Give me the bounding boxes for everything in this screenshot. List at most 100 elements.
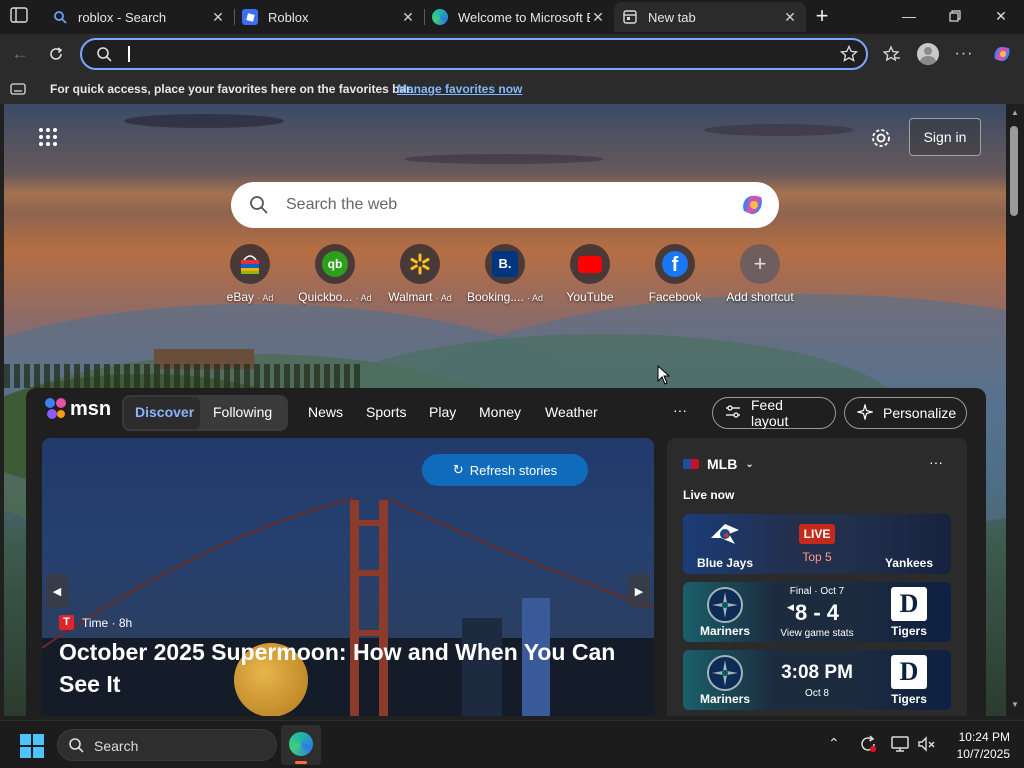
shortcut-booking[interactable]: B. Booking.... · Ad bbox=[460, 244, 550, 304]
refresh-button[interactable] bbox=[42, 40, 70, 68]
story-headline[interactable]: October 2025 Supermoon: How and When You… bbox=[59, 636, 639, 700]
tab-roblox-search[interactable]: roblox - Search ✕ bbox=[44, 2, 234, 32]
facebook-icon: f bbox=[655, 244, 695, 284]
new-tab-button[interactable]: + bbox=[810, 5, 834, 29]
windows-start-icon[interactable] bbox=[20, 734, 44, 758]
close-icon[interactable]: ✕ bbox=[590, 9, 606, 26]
game-bluejays-yankees[interactable]: Blue Jays LIVE Top 5 Yankees bbox=[683, 514, 951, 574]
web-search-box[interactable]: Search the web bbox=[231, 182, 779, 228]
manage-favorites-link[interactable]: Manage favorites now bbox=[397, 82, 522, 96]
add-shortcut-button[interactable]: + Add shortcut bbox=[715, 244, 805, 304]
sliders-icon bbox=[725, 404, 741, 422]
carousel-prev-button[interactable]: ◀ bbox=[46, 574, 68, 608]
shortcut-youtube[interactable]: YouTube bbox=[545, 244, 635, 304]
shortcut-facebook[interactable]: f Facebook bbox=[630, 244, 720, 304]
mariners-logo-icon bbox=[707, 587, 743, 623]
close-icon[interactable]: ✕ bbox=[782, 9, 798, 26]
scroll-up-arrow[interactable]: ▲ bbox=[1011, 108, 1019, 117]
taskbar-search-box[interactable]: Search bbox=[57, 729, 277, 761]
msn-logo[interactable]: msn bbox=[44, 397, 111, 421]
favorites-bar-message: For quick access, place your favorites h… bbox=[50, 82, 414, 96]
close-icon[interactable]: ✕ bbox=[400, 9, 416, 26]
back-button[interactable]: ← bbox=[6, 40, 34, 68]
copilot-icon[interactable] bbox=[988, 40, 1016, 68]
quickbooks-icon: qb bbox=[315, 244, 355, 284]
tab-actions-icon[interactable] bbox=[10, 7, 30, 25]
minimize-button[interactable]: — bbox=[886, 0, 932, 32]
shortcut-label: Facebook bbox=[648, 290, 702, 304]
taskbar-clock-time[interactable]: 10:24 PM bbox=[944, 730, 1010, 744]
personalize-button[interactable]: Personalize bbox=[844, 397, 967, 429]
favorites-icon[interactable] bbox=[878, 40, 906, 68]
game-status: Final · Oct 7 bbox=[789, 586, 845, 597]
cloud bbox=[704, 124, 854, 136]
profile-avatar[interactable] bbox=[914, 40, 942, 68]
tab-new-tab[interactable]: New tab ✕ bbox=[614, 2, 806, 32]
story-source: T Time · 8h bbox=[59, 615, 132, 630]
mlb-header[interactable]: MLB ⌄ bbox=[683, 456, 754, 472]
search-icon bbox=[249, 195, 269, 220]
refresh-stories-button[interactable]: ↻ Refresh stories bbox=[422, 454, 588, 486]
address-bar[interactable] bbox=[80, 38, 868, 70]
nav-sports[interactable]: Sports bbox=[366, 404, 406, 420]
tab-following[interactable]: Following bbox=[213, 404, 272, 420]
more-menu-icon[interactable]: ··· bbox=[950, 40, 978, 68]
view-game-stats-link[interactable]: View game stats bbox=[767, 628, 867, 639]
shortcut-walmart[interactable]: Walmart · Ad bbox=[375, 244, 465, 304]
msn-butterfly-icon bbox=[45, 398, 66, 419]
team-right: Yankees bbox=[884, 556, 934, 570]
feed-layout-label: Feed layout bbox=[751, 397, 789, 429]
bluejays-logo-icon bbox=[707, 520, 743, 548]
mlb-more-icon[interactable]: ··· bbox=[929, 454, 943, 470]
feed-layout-button[interactable]: Feed layout bbox=[712, 397, 836, 429]
chevron-up-icon[interactable]: ⌃ bbox=[828, 735, 840, 752]
live-now-label: Live now bbox=[683, 488, 735, 502]
team-right: Tigers bbox=[891, 624, 927, 638]
page-scrollbar[interactable]: ▲ ▼ bbox=[1006, 104, 1024, 716]
roblox-icon bbox=[242, 9, 258, 25]
search-placeholder: Search the web bbox=[286, 196, 398, 213]
tab-title: Roblox bbox=[268, 9, 309, 25]
volume-muted-icon[interactable] bbox=[916, 734, 936, 759]
tab-roblox[interactable]: Roblox ✕ bbox=[234, 2, 424, 32]
game-mariners-tigers-final[interactable]: Mariners Final · Oct 7 ◀ 8 - 4 View game… bbox=[683, 582, 951, 642]
sign-in-button[interactable]: Sign in bbox=[909, 118, 981, 156]
close-window-button[interactable]: ✕ bbox=[978, 0, 1024, 32]
tab-welcome-edge[interactable]: Welcome to Microsoft E ✕ bbox=[424, 2, 614, 32]
browser-toolbar: ← ··· bbox=[0, 34, 1024, 74]
refresh-stories-label: Refresh stories bbox=[469, 462, 558, 478]
game-mariners-tigers-upcoming[interactable]: Mariners 3:08 PM Oct 8 D Tigers bbox=[683, 650, 951, 710]
restore-button[interactable] bbox=[932, 0, 978, 32]
monitor-icon[interactable] bbox=[890, 734, 910, 759]
nav-money[interactable]: Money bbox=[479, 404, 521, 420]
scrollbar-thumb[interactable] bbox=[1010, 126, 1018, 216]
msn-logo-text: msn bbox=[70, 397, 112, 420]
nav-weather[interactable]: Weather bbox=[545, 404, 598, 420]
mlb-title: MLB bbox=[707, 456, 738, 472]
scroll-down-arrow[interactable]: ▼ bbox=[1011, 700, 1019, 709]
taskbar-edge-button[interactable] bbox=[281, 725, 321, 765]
taskbar-clock-date[interactable]: 10/7/2025 bbox=[944, 747, 1010, 761]
shortcut-quickbooks[interactable]: qb Quickbo... · Ad bbox=[290, 244, 380, 304]
nav-play[interactable]: Play bbox=[429, 404, 456, 420]
youtube-icon bbox=[570, 244, 610, 284]
nav-news[interactable]: News bbox=[308, 404, 343, 420]
shortcut-label: YouTube bbox=[566, 290, 614, 304]
app-launcher-icon[interactable] bbox=[38, 127, 58, 147]
shortcut-label: eBay bbox=[226, 290, 254, 304]
shortcut-ebay[interactable]: eBay · Ad bbox=[205, 244, 295, 304]
hero-story-card[interactable]: ↻ Refresh stories ◀ ▶ T Time · 8h Octobe… bbox=[42, 438, 654, 716]
booking-icon: B. bbox=[485, 244, 525, 284]
windows-taskbar: Search ⌃ 10:24 PM 10/7/2025 bbox=[0, 720, 1024, 768]
copilot-icon[interactable] bbox=[739, 192, 767, 223]
shortcut-label: Quickbo... bbox=[298, 290, 353, 304]
sync-icon[interactable] bbox=[858, 734, 878, 759]
tigers-logo-icon: D bbox=[891, 655, 927, 689]
settings-gear-icon[interactable] bbox=[870, 127, 892, 149]
ad-label: · Ad bbox=[257, 293, 274, 303]
favorite-star-icon[interactable] bbox=[839, 44, 859, 68]
nav-more-icon[interactable]: ··· bbox=[673, 402, 687, 418]
close-icon[interactable]: ✕ bbox=[210, 9, 226, 26]
tab-discover[interactable]: Discover bbox=[135, 404, 194, 420]
carousel-next-button[interactable]: ▶ bbox=[628, 574, 650, 608]
